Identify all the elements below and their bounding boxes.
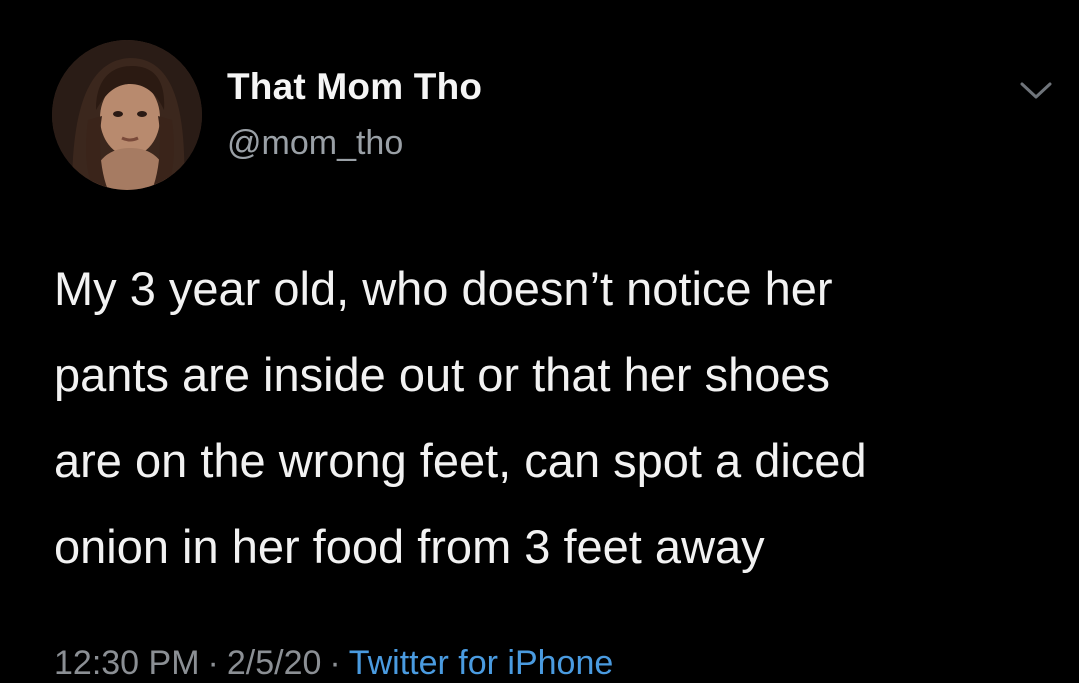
display-name[interactable]: That Mom Tho bbox=[227, 66, 482, 108]
meta-separator: · bbox=[329, 644, 341, 682]
tweet-text-line: My 3 year old, who doesn’t notice her bbox=[54, 262, 833, 315]
tweet-date[interactable]: 2/5/20 bbox=[227, 644, 322, 682]
meta-separator: · bbox=[207, 644, 219, 682]
tweet-text: My 3 year old, who doesn’t notice her pa… bbox=[54, 246, 1064, 590]
chevron-down-icon[interactable] bbox=[1016, 80, 1056, 102]
avatar[interactable] bbox=[52, 40, 202, 190]
tweet-text-line: are on the wrong feet, can spot a diced bbox=[54, 434, 867, 487]
user-handle[interactable]: @mom_tho bbox=[227, 124, 403, 163]
tweet-meta: 12:30 PM · 2/5/20 · Twitter for iPhone bbox=[54, 644, 613, 683]
tweet-card: That Mom Tho @mom_tho My 3 year old, who… bbox=[0, 0, 1079, 682]
tweet-source-link[interactable]: Twitter for iPhone bbox=[349, 644, 614, 682]
tweet-text-line: onion in her food from 3 feet away bbox=[54, 520, 765, 573]
tweet-time[interactable]: 12:30 PM bbox=[54, 644, 200, 682]
avatar-image bbox=[52, 40, 202, 190]
tweet-text-line: pants are inside out or that her shoes bbox=[54, 348, 830, 401]
